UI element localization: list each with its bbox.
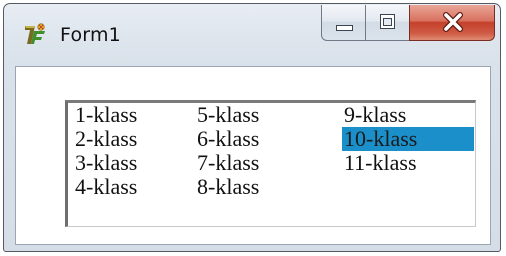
title-bar[interactable]: Form1 xyxy=(4,4,500,50)
list-item-selected[interactable]: 10-klass xyxy=(342,127,474,151)
maximize-icon xyxy=(380,14,395,29)
list-item[interactable]: 7-klass xyxy=(195,151,261,175)
app-window: Form1 1-klass 2-klass 3-klass 4-klass 5-… xyxy=(3,3,501,252)
list-item[interactable]: 8-klass xyxy=(195,175,261,199)
list-item[interactable]: 11-klass xyxy=(342,151,474,175)
caption-buttons xyxy=(321,5,495,41)
list-item[interactable]: 9-klass xyxy=(342,103,474,127)
listbox-column-3: 9-klass 10-klass 11-klass xyxy=(342,103,474,175)
maximize-button[interactable] xyxy=(365,5,409,41)
window-title: Form1 xyxy=(60,24,121,46)
delphi-app-icon[interactable] xyxy=(22,22,48,48)
close-button[interactable] xyxy=(409,5,495,41)
form-client-area: 1-klass 2-klass 3-klass 4-klass 5-klass … xyxy=(15,66,491,245)
list-item[interactable]: 1-klass xyxy=(73,103,139,127)
list-item[interactable]: 5-klass xyxy=(195,103,261,127)
list-item[interactable]: 6-klass xyxy=(195,127,261,151)
list-item[interactable]: 2-klass xyxy=(73,127,139,151)
listbox-column-2: 5-klass 6-klass 7-klass 8-klass xyxy=(195,103,261,199)
list-item[interactable]: 3-klass xyxy=(73,151,139,175)
listbox-column-1: 1-klass 2-klass 3-klass 4-klass xyxy=(73,103,139,199)
close-icon xyxy=(443,12,463,32)
minimize-icon xyxy=(336,25,353,31)
minimize-button[interactable] xyxy=(321,5,365,41)
class-listbox[interactable]: 1-klass 2-klass 3-klass 4-klass 5-klass … xyxy=(65,100,476,227)
list-item[interactable]: 4-klass xyxy=(73,175,139,199)
